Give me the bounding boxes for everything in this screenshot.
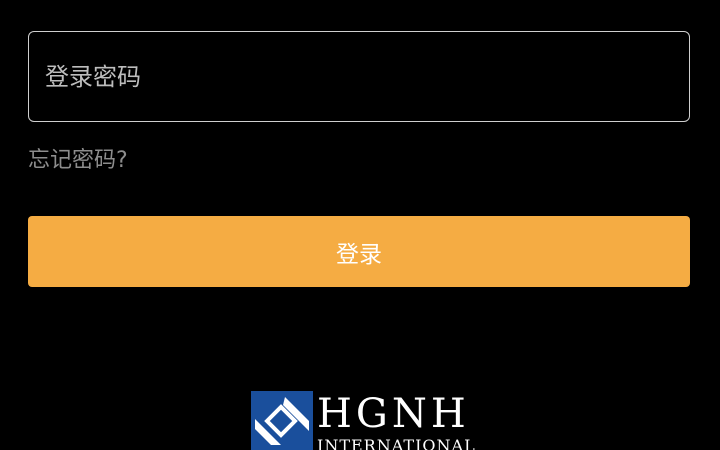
login-screen: 忘记密码? 登录 HGNH INTERNATIONAL: [0, 0, 720, 450]
logo-name: HGNH: [317, 391, 470, 437]
login-button[interactable]: 登录: [28, 216, 690, 287]
company-logo: HGNH INTERNATIONAL: [251, 391, 475, 450]
forgot-password-link[interactable]: 忘记密码?: [28, 142, 128, 174]
password-field[interactable]: [28, 31, 690, 122]
password-input[interactable]: [29, 32, 689, 121]
logo-subtitle: INTERNATIONAL: [317, 436, 476, 450]
hgnh-logo-mark-icon: [251, 391, 313, 450]
